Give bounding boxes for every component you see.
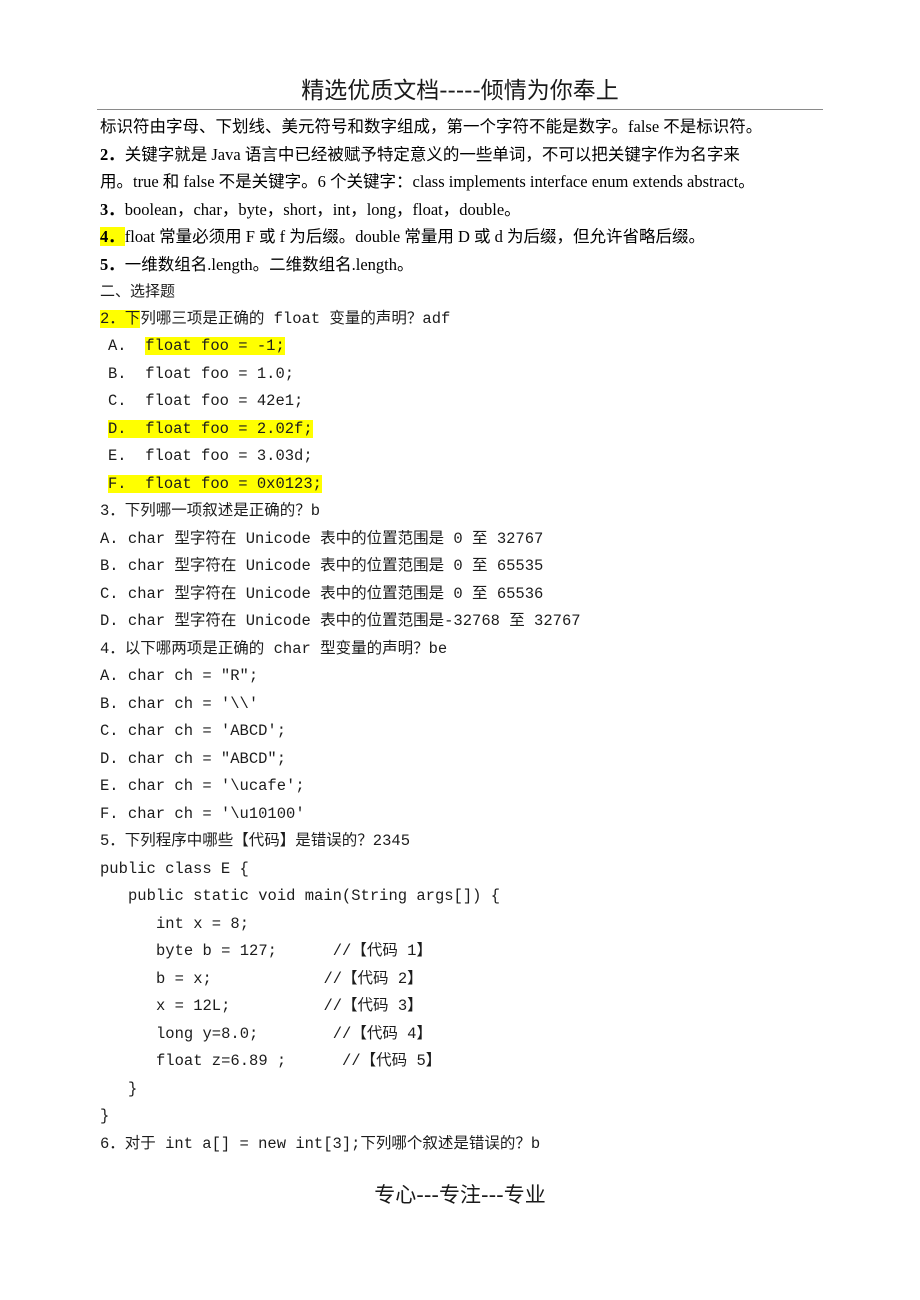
item-number: 2． (100, 144, 125, 164)
option-code: float foo = 2.02f; (145, 419, 313, 438)
option-highlighted: F. float foo = 0x0123; (108, 474, 322, 493)
code-text: int x = 8; (156, 914, 250, 933)
code-outer-close-brace: } (100, 1107, 110, 1125)
q4-option-a: A. char ch = ″R″; (100, 667, 259, 685)
question-4: 4．以下哪两项是正确的 char 型变量的声明？be (100, 639, 448, 658)
intro-item-5: 5．一维数组名.length。二维数组名.length。 (100, 251, 830, 279)
intro-identifier-rule: 标识符由字母、下划线、美元符号和数字组成，第一个字符不能是数字。false 不是… (100, 117, 763, 136)
intro-item-2-continued: 用。true 和 false 不是关键字。6 个关键字：class implem… (100, 172, 755, 191)
item-text: 一维数组名.length。二维数组名.length。 (124, 254, 414, 274)
page-footer: 专心---专注---专业 (374, 1183, 546, 1207)
question-2: 2．下列哪三项是正确的 float 变量的声明？adf (100, 306, 830, 334)
page-header-title: 精选优质文档-----倾情为你奉上 (301, 78, 619, 104)
q4-option-b: B. char ch = '\\' (100, 694, 259, 713)
code-class-declaration: public class E { (100, 859, 249, 878)
section-heading: 二、选择题 (100, 282, 176, 300)
code-comment: //【代码 5】 (342, 1052, 442, 1070)
q2-option-f: F. float foo = 0x0123; (100, 471, 830, 499)
option-letter: B. (108, 364, 127, 383)
question-5: 5．下列程序中哪些【代码】是错误的？2345 (100, 832, 411, 850)
q4-option-f: F. char ch = '\u10100' (100, 804, 305, 823)
q2-option-a: A. float foo = -1; (100, 333, 830, 361)
item-number: 5． (100, 254, 125, 274)
code-text: x = 12L; (156, 997, 231, 1015)
option-letter: F. (108, 474, 127, 493)
code-comment: //【代码 2】 (323, 969, 423, 988)
item-text: 关键字就是 Java 语言中已经被赋予特定意义的一些单词，不可以把关键字作为名字… (124, 144, 740, 164)
code-inner-close-brace: } (128, 1079, 138, 1098)
code-text: b = x; (156, 969, 212, 988)
code-main-declaration: public static void main(String args[]) { (128, 887, 501, 905)
question-2-text: 列哪三项是正确的 float 变量的声明？adf (140, 309, 451, 328)
option-code: float foo = 1.0; (145, 364, 295, 383)
code-text: byte b = 127; (156, 942, 277, 960)
option-letter: D. (108, 419, 127, 438)
code-statement: b = x; //【代码 2】 (100, 966, 830, 994)
item-text: float 常量必须用 F 或 f 为后缀。double 常量用 D 或 d 为… (124, 227, 705, 246)
document-page: 精选优质文档-----倾情为你奉上 标识符由字母、下划线、美元符号和数字组成，第… (0, 0, 920, 1300)
q4-option-e: E. char ch = '\ucafe'; (100, 777, 305, 795)
code-statement: x = 12L; //【代码 3】 (100, 993, 830, 1021)
q3-option-b: B. char 型字符在 Unicode 表中的位置范围是 0 至 65535 (100, 557, 544, 575)
code-statement: long y=8.0; //【代码 4】 (100, 1021, 830, 1049)
question-3: 3．下列哪一项叙述是正确的？b (100, 502, 321, 520)
code-text: long y=8.0; (156, 1024, 259, 1043)
q3-option-a: A. char 型字符在 Unicode 表中的位置范围是 0 至 32767 (100, 529, 544, 548)
question-6: 6．对于 int a[] = new int[3];下列哪个叙述是错误的？b (100, 1134, 541, 1153)
q4-option-d: D. char ch = ″ABCD″; (100, 749, 287, 768)
option-letter: E. (108, 447, 127, 465)
question-2-highlighted-prefix: 2．下 (100, 309, 141, 328)
item-text: boolean，char，byte，short，int，long，float，d… (124, 199, 521, 219)
q2-option-d: D. float foo = 2.02f; (100, 416, 830, 444)
q3-option-d: D. char 型字符在 Unicode 表中的位置范围是-32768 至 32… (100, 612, 581, 630)
option-code: float foo = 0x0123; (145, 474, 322, 493)
q2-option-c: C. float foo = 42e1; (100, 388, 830, 416)
q2-option-e: E. float foo = 3.03d; (100, 443, 830, 471)
q2-option-b: B. float foo = 1.0; (100, 361, 830, 389)
q3-option-c: C. char 型字符在 Unicode 表中的位置范围是 0 至 65536 (100, 584, 544, 603)
document-body: 标识符由字母、下划线、美元符号和数字组成，第一个字符不能是数字。false 不是… (100, 113, 830, 1158)
intro-item-4: 4．float 常量必须用 F 或 f 为后缀。double 常量用 D 或 d… (100, 223, 830, 251)
q4-option-c: C. char ch = 'ABCD'; (100, 722, 287, 740)
option-code: float foo = 3.03d; (145, 447, 313, 465)
code-statement: float z=6.89 ; //【代码 5】 (100, 1048, 830, 1076)
item-number: 3． (100, 199, 125, 219)
code-comment: //【代码 4】 (332, 1024, 432, 1043)
option-code: float foo = 42e1; (145, 392, 304, 410)
code-statement: byte b = 127; //【代码 1】 (100, 938, 830, 966)
code-comment: //【代码 3】 (323, 997, 423, 1015)
code-text: float z=6.89 ; (156, 1052, 287, 1070)
item-number-highlighted: 4． (100, 227, 125, 246)
option-letter: C. (108, 392, 127, 410)
intro-item-2: 2．关键字就是 Java 语言中已经被赋予特定意义的一些单词，不可以把关键字作为… (100, 141, 830, 169)
code-comment: //【代码 1】 (332, 942, 432, 960)
intro-item-3: 3．boolean，char，byte，short，int，long，float… (100, 196, 830, 224)
option-letter: A. (108, 337, 127, 355)
header-divider (97, 109, 823, 110)
code-statement: int x = 8; (100, 911, 830, 939)
option-code-highlighted: float foo = -1; (145, 337, 285, 355)
option-highlighted: D. float foo = 2.02f; (108, 419, 313, 438)
